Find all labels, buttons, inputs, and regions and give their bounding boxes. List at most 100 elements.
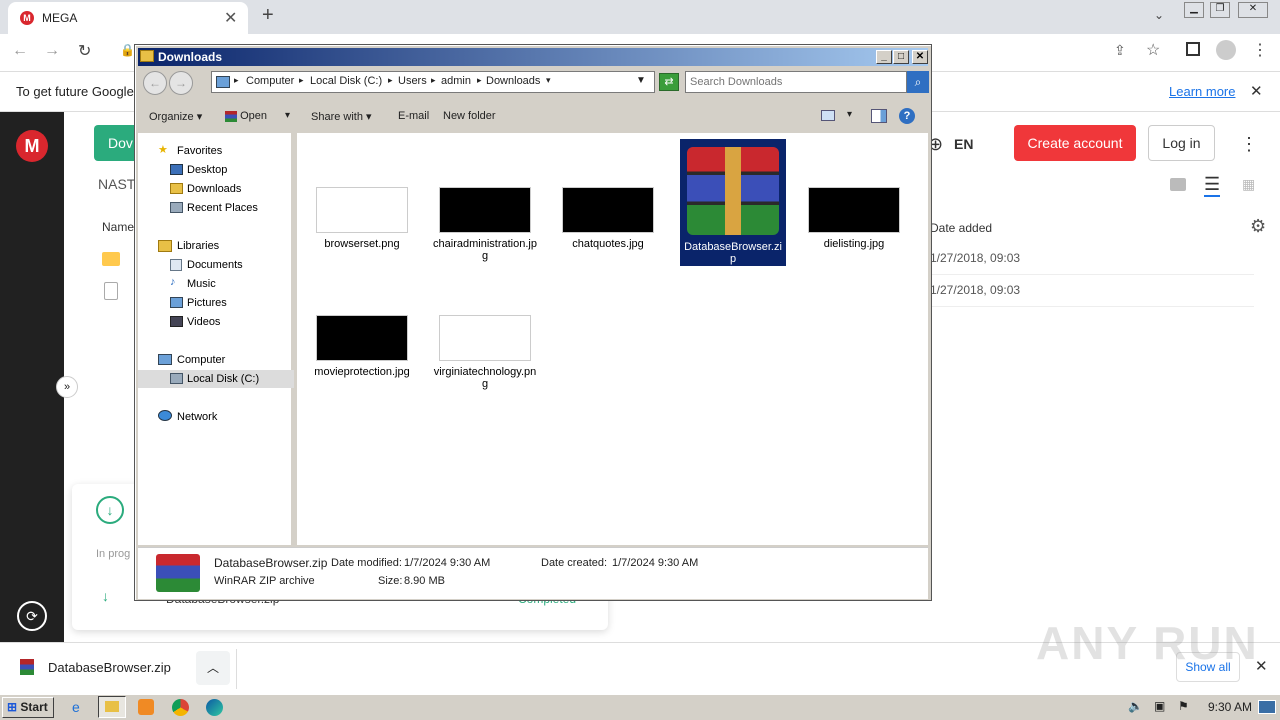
sync-icon[interactable]: ⟳ [17,601,47,631]
back-icon[interactable]: ← [143,71,167,95]
expand-sidebar-icon[interactable]: » [56,376,78,398]
ie-icon[interactable]: e [72,699,80,715]
new-tab-icon[interactable]: + [262,4,274,27]
details-size-value: 8.90 MB [404,575,445,587]
crumb-sep-icon[interactable]: ▾ [546,75,551,86]
grid-view-icon[interactable]: ▦ [1242,176,1255,193]
download-item-chevron-icon[interactable]: ︿ [196,651,230,685]
file-item[interactable]: chatquotes.jpg [555,187,661,250]
crumb-sep-icon[interactable]: ▸ [234,75,239,86]
search-icon[interactable]: ⌕ [907,71,929,93]
search-input[interactable] [685,71,907,93]
start-button[interactable]: ⊞ Start [2,697,54,718]
chrome-icon[interactable] [172,699,189,716]
breadcrumb-admin[interactable]: admin [441,75,471,87]
new-folder-button[interactable]: New folder [443,110,496,122]
column-date-added[interactable]: Date added [930,221,992,235]
browser-tab[interactable]: M MEGA ✕ [8,2,248,34]
settings-gear-icon[interactable]: ⚙ [1250,216,1266,237]
nav-documents[interactable]: Documents [187,259,243,271]
breadcrumb-computer[interactable]: Computer [246,75,294,87]
volume-icon[interactable]: 🔈 [1128,699,1143,713]
nav-local-disk[interactable]: Local Disk (C:) [187,373,259,385]
organize-button[interactable]: Organize ▾ [149,110,202,123]
column-name[interactable]: Name [102,220,134,234]
share-with-button[interactable]: Share with ▾ [311,110,372,123]
menu-icon[interactable]: ⋮ [1252,40,1268,60]
mega-logo-icon[interactable]: M [16,130,48,162]
file-name: DatabaseBrowser.zip [684,241,782,265]
tab-search-icon[interactable]: ⌄ [1154,8,1164,22]
file-name: movieprotection.jpg [314,366,410,378]
forward-icon[interactable]: → [169,71,193,95]
breadcrumb-downloads[interactable]: Downloads [486,75,540,87]
tab-close-icon[interactable]: ✕ [224,8,237,28]
reload-icon[interactable]: ↻ [78,41,91,61]
help-icon[interactable]: ? [899,108,915,124]
details-file-name: DatabaseBrowser.zip [214,556,328,570]
crumb-sep-icon[interactable]: ▸ [477,75,482,86]
nav-downloads[interactable]: Downloads [187,183,241,195]
nav-libraries[interactable]: Libraries [177,240,219,252]
media-player-icon[interactable] [138,699,154,715]
language-label[interactable]: EN [954,136,973,152]
breadcrumb-local-disk[interactable]: Local Disk (C:) [310,75,382,87]
explorer-maximize-icon[interactable]: □ [893,50,909,64]
address-bar[interactable]: ▸ Computer ▸ Local Disk (C:) ▸ Users ▸ a… [211,71,655,93]
file-item[interactable]: movieprotection.jpg [309,315,415,378]
sidepanel-icon[interactable] [1186,42,1200,56]
infobar-close-icon[interactable]: ✕ [1250,82,1263,100]
nav-pictures[interactable]: Pictures [187,297,227,309]
crumb-sep-icon[interactable]: ▸ [388,75,393,86]
show-desktop-icon[interactable] [1258,700,1276,714]
email-button[interactable]: E-mail [398,110,429,122]
open-dropdown-icon[interactable]: ▾ [285,110,290,121]
file-item[interactable]: dielisting.jpg [801,187,907,250]
open-button[interactable]: Open [225,110,267,122]
lock-icon[interactable]: 🔒 [120,43,135,57]
nav-recent-places[interactable]: Recent Places [187,202,258,214]
share-icon[interactable]: ⇪ [1114,42,1126,59]
address-dropdown-icon[interactable]: ▼ [636,75,646,86]
preview-pane-icon[interactable] [871,109,887,123]
explorer-titlebar[interactable]: Downloads _ □ ✕ [138,48,928,66]
more-menu-icon[interactable]: ⋮ [1240,134,1258,155]
nav-favorites[interactable]: Favorites [177,145,222,157]
bookmark-star-icon[interactable]: ☆ [1146,40,1160,60]
crumb-sep-icon[interactable]: ▸ [431,75,436,86]
nav-network[interactable]: Network [177,411,217,423]
back-icon[interactable]: ← [12,42,28,60]
download-item-name[interactable]: DatabaseBrowser.zip [48,660,171,675]
restore-icon[interactable]: ❐ [1210,2,1230,18]
file-item[interactable]: browserset.png [309,187,415,250]
file-item[interactable]: virginiatechnology.png [432,315,538,390]
explorer-minimize-icon[interactable]: _ [876,50,892,64]
refresh-icon[interactable]: ⇄ [659,73,679,91]
views-dropdown-icon[interactable]: ▾ [847,109,852,120]
forward-icon[interactable]: → [44,42,60,60]
nav-videos[interactable]: Videos [187,316,220,328]
learn-more-link[interactable]: Learn more [1169,84,1235,99]
network-tray-icon[interactable]: ▣ [1154,699,1165,713]
explorer-close-icon[interactable]: ✕ [912,50,928,64]
clock[interactable]: 9:30 AM [1208,700,1252,714]
create-account-button[interactable]: Create account [1014,125,1136,161]
views-icon[interactable] [821,110,835,121]
close-icon[interactable]: ✕ [1238,2,1268,18]
nav-desktop[interactable]: Desktop [187,164,227,176]
explorer-taskbar-icon[interactable] [98,696,126,718]
file-item[interactable]: chairadministration.jpg [432,187,538,262]
login-button[interactable]: Log in [1148,125,1215,161]
nav-computer[interactable]: Computer [177,354,225,366]
infobar-text: To get future Google [16,84,134,99]
list-view-icon[interactable]: ☰ [1204,174,1221,197]
breadcrumb-users[interactable]: Users [398,75,427,87]
minimize-icon[interactable]: ▁ [1184,2,1204,18]
flag-icon[interactable]: ⚑ [1178,699,1189,713]
crumb-sep-icon[interactable]: ▸ [299,75,304,86]
thumbnail-view-icon[interactable] [1170,178,1186,191]
file-item-selected[interactable]: DatabaseBrowser.zip [680,139,786,266]
edge-icon[interactable] [206,699,223,716]
profile-icon[interactable] [1216,40,1236,60]
nav-music[interactable]: Music [187,278,216,290]
